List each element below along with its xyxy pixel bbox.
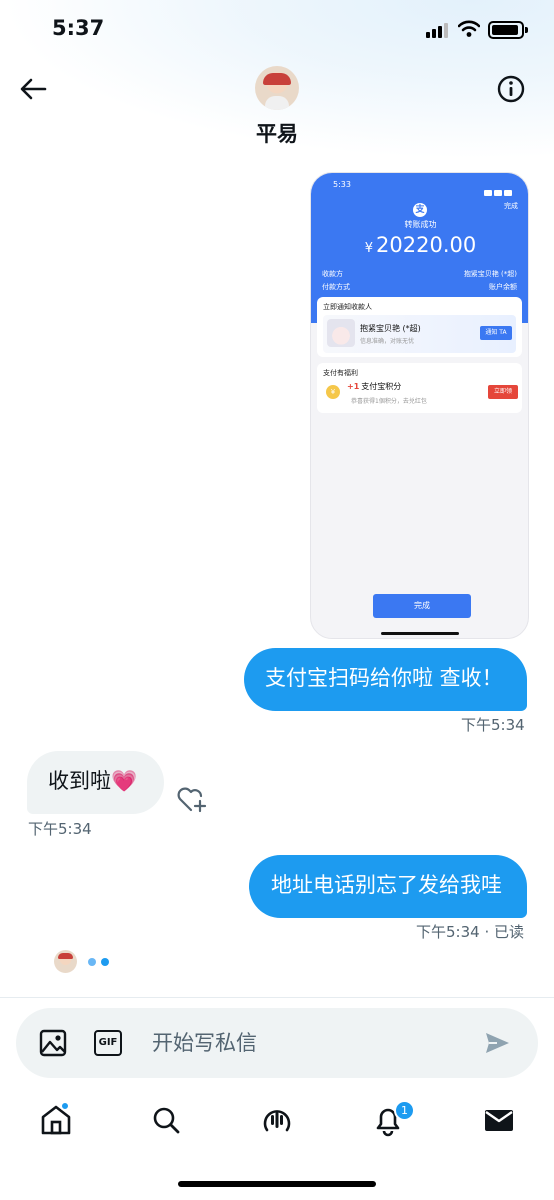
image-icon[interactable]: [38, 1028, 68, 1058]
typing-indicator-avatar: [54, 950, 77, 973]
message-bubble-sent[interactable]: 支付宝扫码给你啦 查收！: [244, 648, 527, 711]
message-composer: GIF: [16, 1008, 538, 1078]
status-time: 5:37: [52, 16, 105, 40]
send-icon[interactable]: [482, 1028, 512, 1058]
screenshot-done-button: 完成: [373, 594, 471, 618]
message-text: 支付宝扫码给你啦 查收！: [265, 666, 503, 690]
screenshot-home-indicator: [381, 632, 459, 635]
screenshot-payee-row: 收款方 抱紧宝贝艳 (*超): [322, 270, 517, 278]
composer-divider: [0, 997, 554, 998]
signal-icon: [426, 22, 450, 38]
message-input[interactable]: [152, 1028, 452, 1058]
message-bubble-received[interactable]: 收到啦💗: [27, 751, 164, 814]
wifi-icon: [458, 20, 480, 37]
contact-avatar[interactable]: [255, 66, 299, 110]
typing-dot: [88, 958, 96, 966]
message-bubble-sent[interactable]: 地址电话别忘了发给我哇: [249, 855, 527, 918]
shared-screenshot-image[interactable]: 5:33 完成 支 转账成功 ¥20220.00 收款方 抱紧宝贝艳 (*超) 付…: [310, 172, 529, 639]
message-text: 收到啦💗: [48, 769, 138, 793]
screenshot-method-row: 付款方式 账户余额: [322, 283, 517, 291]
home-indicator: [178, 1181, 376, 1187]
nav-spaces-icon[interactable]: [257, 1100, 297, 1140]
screenshot-done-link: 完成: [504, 202, 518, 210]
message-time: 下午5:34: [461, 716, 525, 734]
coin-icon: ¥: [326, 385, 340, 399]
home-unread-dot: [60, 1101, 70, 1111]
screenshot-notify-card: 立即通知收款人 抱紧宝贝艳 (*超) 信息准确，对账无忧 通知 TA: [317, 297, 522, 357]
screenshot-status-icons: [482, 181, 516, 196]
message-text: 地址电话别忘了发给我哇: [271, 873, 502, 897]
message-time: 下午5:34: [28, 820, 92, 838]
typing-dot: [101, 958, 109, 966]
nav-home-icon[interactable]: [36, 1100, 76, 1140]
gif-icon[interactable]: GIF: [94, 1030, 122, 1056]
back-arrow-icon[interactable]: [18, 74, 48, 104]
screenshot-time: 5:33: [333, 180, 351, 189]
screenshot-payee-avatar: [327, 319, 355, 347]
screenshot-benefit-card: 支付有福利 ¥ +1 支付宝积分 恭喜获得1個积分，去兑红包 立即领: [317, 363, 522, 413]
notification-count-badge: 1: [394, 1100, 415, 1121]
nav-search-icon[interactable]: [146, 1100, 186, 1140]
message-time-read-status: 下午5:34 · 已读: [416, 923, 524, 941]
add-reaction-heart-icon[interactable]: [176, 784, 208, 814]
alipay-logo-icon: 支: [413, 203, 427, 217]
info-icon[interactable]: [496, 74, 526, 104]
contact-name[interactable]: 平易: [0, 118, 554, 148]
screenshot-title: 转账成功: [404, 220, 437, 229]
status-bar: 5:37: [0, 0, 554, 60]
screenshot-amount: ¥20220.00: [364, 233, 477, 257]
nav-messages-icon[interactable]: [479, 1100, 519, 1140]
battery-icon: [488, 21, 528, 39]
